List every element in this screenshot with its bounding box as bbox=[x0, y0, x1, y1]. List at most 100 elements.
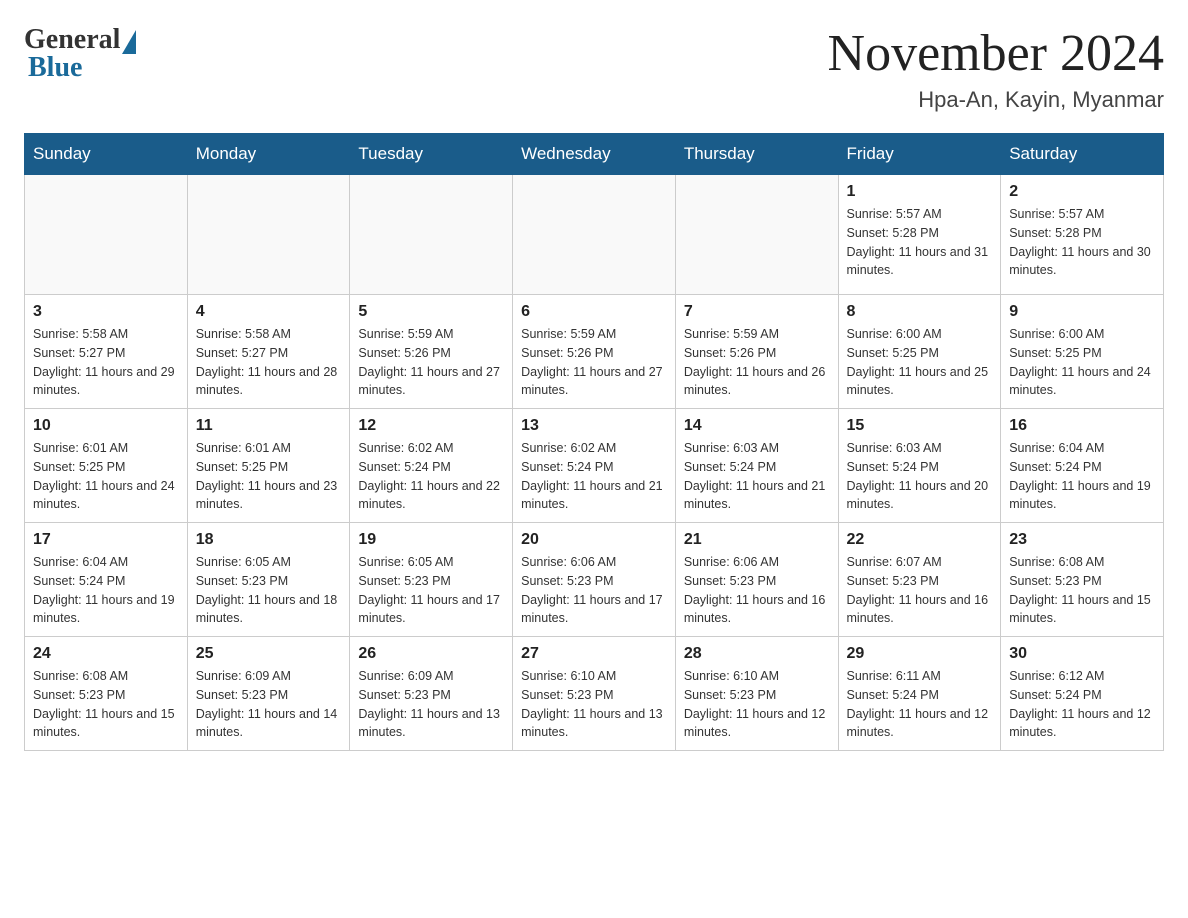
calendar-day-cell: 2Sunrise: 5:57 AM Sunset: 5:28 PM Daylig… bbox=[1001, 175, 1164, 295]
calendar-day-cell bbox=[350, 175, 513, 295]
calendar-day-cell: 13Sunrise: 6:02 AM Sunset: 5:24 PM Dayli… bbox=[513, 409, 676, 523]
day-info: Sunrise: 5:59 AM Sunset: 5:26 PM Dayligh… bbox=[684, 325, 830, 400]
day-number: 22 bbox=[847, 531, 993, 549]
day-number: 18 bbox=[196, 531, 342, 549]
day-of-week-header: Thursday bbox=[675, 134, 838, 175]
day-number: 23 bbox=[1009, 531, 1155, 549]
day-info: Sunrise: 6:04 AM Sunset: 5:24 PM Dayligh… bbox=[1009, 439, 1155, 514]
day-number: 19 bbox=[358, 531, 504, 549]
calendar-day-cell: 17 Sunrise: 6:04 AM Sunset: 5:24 PM Dayli… bbox=[25, 523, 188, 637]
day-number: 20 bbox=[521, 531, 667, 549]
calendar-day-cell: 11 Sunrise: 6:01 AM Sunset: 5:25 PM Dayli… bbox=[187, 409, 350, 523]
day-number: 3 bbox=[33, 303, 179, 321]
day-info: Sunrise: 6:07 AM Sunset: 5:23 PM Dayligh… bbox=[847, 553, 993, 628]
day-info: Sunrise: 6:06 AM Sunset: 5:23 PM Dayligh… bbox=[521, 553, 667, 628]
day-number: 10 bbox=[33, 417, 179, 435]
calendar-day-cell: 15 Sunrise: 6:03 AM Sunset: 5:24 PM Dayli… bbox=[838, 409, 1001, 523]
day-of-week-header: Friday bbox=[838, 134, 1001, 175]
day-info: Sunrise: 6:01 AM Sunset: 5:25 PM Dayligh… bbox=[196, 439, 342, 514]
day-number: 8 bbox=[847, 303, 993, 321]
day-number: 30 bbox=[1009, 645, 1155, 663]
calendar-day-cell: 12Sunrise: 6:02 AM Sunset: 5:24 PM Dayli… bbox=[350, 409, 513, 523]
day-info: Sunrise: 6:09 AM Sunset: 5:23 PM Dayligh… bbox=[196, 667, 342, 742]
day-of-week-header: Sunday bbox=[25, 134, 188, 175]
day-number: 11 bbox=[196, 417, 342, 435]
logo: General Blue bbox=[24, 24, 136, 84]
day-info: Sunrise: 6:09 AM Sunset: 5:23 PM Dayligh… bbox=[358, 667, 504, 742]
calendar-day-cell: 6 Sunrise: 5:59 AM Sunset: 5:26 PM Daylig… bbox=[513, 295, 676, 409]
calendar-day-cell: 28 Sunrise: 6:10 AM Sunset: 5:23 PM Dayli… bbox=[675, 637, 838, 751]
day-number: 25 bbox=[196, 645, 342, 663]
day-of-week-header: Saturday bbox=[1001, 134, 1164, 175]
page-header: General Blue November 2024 Hpa-An, Kayin… bbox=[24, 24, 1164, 113]
calendar-day-cell: 3Sunrise: 5:58 AM Sunset: 5:27 PM Daylig… bbox=[25, 295, 188, 409]
day-info: Sunrise: 6:05 AM Sunset: 5:23 PM Dayligh… bbox=[196, 553, 342, 628]
calendar-day-cell bbox=[513, 175, 676, 295]
calendar-day-cell bbox=[187, 175, 350, 295]
calendar-week-row: 1 Sunrise: 5:57 AM Sunset: 5:28 PM Daylig… bbox=[25, 175, 1164, 295]
calendar-week-row: 3 Sunrise: 5:58 AM Sunset: 5:27 PM Daylig… bbox=[25, 295, 1164, 409]
day-of-week-header: Monday bbox=[187, 134, 350, 175]
calendar-week-row: 10 Sunrise: 6:01 AM Sunset: 5:25 PM Dayli… bbox=[25, 409, 1164, 523]
calendar-day-cell: 23Sunrise: 6:08 AM Sunset: 5:23 PM Dayli… bbox=[1001, 523, 1164, 637]
day-info: Sunrise: 6:02 AM Sunset: 5:24 PM Dayligh… bbox=[521, 439, 667, 514]
month-title: November 2024 bbox=[828, 24, 1164, 83]
day-info: Sunrise: 5:57 AM Sunset: 5:28 PM Dayligh… bbox=[847, 205, 993, 280]
day-number: 21 bbox=[684, 531, 830, 549]
day-info: Sunrise: 6:02 AM Sunset: 5:24 PM Dayligh… bbox=[358, 439, 504, 514]
day-number: 28 bbox=[684, 645, 830, 663]
day-of-week-header: Wednesday bbox=[513, 134, 676, 175]
calendar-table: SundayMondayTuesdayWednesdayThursdayFrid… bbox=[24, 133, 1164, 751]
day-info: Sunrise: 5:59 AM Sunset: 5:26 PM Dayligh… bbox=[358, 325, 504, 400]
title-section: November 2024 Hpa-An, Kayin, Myanmar bbox=[828, 24, 1164, 113]
day-info: Sunrise: 5:59 AM Sunset: 5:26 PM Dayligh… bbox=[521, 325, 667, 400]
calendar-day-cell: 4 Sunrise: 5:58 AM Sunset: 5:27 PM Daylig… bbox=[187, 295, 350, 409]
calendar-day-cell: 5 Sunrise: 5:59 AM Sunset: 5:26 PM Daylig… bbox=[350, 295, 513, 409]
day-info: Sunrise: 5:58 AM Sunset: 5:27 PM Dayligh… bbox=[196, 325, 342, 400]
day-number: 6 bbox=[521, 303, 667, 321]
day-number: 16 bbox=[1009, 417, 1155, 435]
calendar-day-cell: 24Sunrise: 6:08 AM Sunset: 5:23 PM Dayli… bbox=[25, 637, 188, 751]
calendar-day-cell: 18 Sunrise: 6:05 AM Sunset: 5:23 PM Dayli… bbox=[187, 523, 350, 637]
location-title: Hpa-An, Kayin, Myanmar bbox=[828, 87, 1164, 113]
day-info: Sunrise: 6:11 AM Sunset: 5:24 PM Dayligh… bbox=[847, 667, 993, 742]
calendar-day-cell: 1 Sunrise: 5:57 AM Sunset: 5:28 PM Daylig… bbox=[838, 175, 1001, 295]
day-number: 5 bbox=[358, 303, 504, 321]
day-info: Sunrise: 6:01 AM Sunset: 5:25 PM Dayligh… bbox=[33, 439, 179, 514]
day-info: Sunrise: 6:10 AM Sunset: 5:23 PM Dayligh… bbox=[521, 667, 667, 742]
calendar-week-row: 17 Sunrise: 6:04 AM Sunset: 5:24 PM Dayli… bbox=[25, 523, 1164, 637]
day-number: 1 bbox=[847, 183, 993, 201]
day-number: 17 bbox=[33, 531, 179, 549]
day-number: 15 bbox=[847, 417, 993, 435]
day-info: Sunrise: 6:03 AM Sunset: 5:24 PM Dayligh… bbox=[684, 439, 830, 514]
calendar-day-cell: 20 Sunrise: 6:06 AM Sunset: 5:23 PM Dayli… bbox=[513, 523, 676, 637]
calendar-day-cell: 26Sunrise: 6:09 AM Sunset: 5:23 PM Dayli… bbox=[350, 637, 513, 751]
day-number: 27 bbox=[521, 645, 667, 663]
day-info: Sunrise: 6:06 AM Sunset: 5:23 PM Dayligh… bbox=[684, 553, 830, 628]
day-number: 9 bbox=[1009, 303, 1155, 321]
day-number: 14 bbox=[684, 417, 830, 435]
day-info: Sunrise: 6:05 AM Sunset: 5:23 PM Dayligh… bbox=[358, 553, 504, 628]
calendar-day-cell: 14 Sunrise: 6:03 AM Sunset: 5:24 PM Dayli… bbox=[675, 409, 838, 523]
calendar-day-cell: 30Sunrise: 6:12 AM Sunset: 5:24 PM Dayli… bbox=[1001, 637, 1164, 751]
calendar-day-cell: 16 Sunrise: 6:04 AM Sunset: 5:24 PM Dayli… bbox=[1001, 409, 1164, 523]
calendar-day-cell: 22 Sunrise: 6:07 AM Sunset: 5:23 PM Dayli… bbox=[838, 523, 1001, 637]
calendar-header-row: SundayMondayTuesdayWednesdayThursdayFrid… bbox=[25, 134, 1164, 175]
logo-triangle-icon bbox=[122, 30, 136, 54]
day-number: 7 bbox=[684, 303, 830, 321]
calendar-day-cell: 29Sunrise: 6:11 AM Sunset: 5:24 PM Dayli… bbox=[838, 637, 1001, 751]
day-number: 24 bbox=[33, 645, 179, 663]
day-info: Sunrise: 6:04 AM Sunset: 5:24 PM Dayligh… bbox=[33, 553, 179, 628]
day-info: Sunrise: 6:10 AM Sunset: 5:23 PM Dayligh… bbox=[684, 667, 830, 742]
calendar-week-row: 24Sunrise: 6:08 AM Sunset: 5:23 PM Dayli… bbox=[25, 637, 1164, 751]
calendar-day-cell: 9Sunrise: 6:00 AM Sunset: 5:25 PM Daylig… bbox=[1001, 295, 1164, 409]
day-info: Sunrise: 6:03 AM Sunset: 5:24 PM Dayligh… bbox=[847, 439, 993, 514]
calendar-day-cell: 21 Sunrise: 6:06 AM Sunset: 5:23 PM Dayli… bbox=[675, 523, 838, 637]
calendar-day-cell: 25 Sunrise: 6:09 AM Sunset: 5:23 PM Dayli… bbox=[187, 637, 350, 751]
day-info: Sunrise: 5:57 AM Sunset: 5:28 PM Dayligh… bbox=[1009, 205, 1155, 280]
day-info: Sunrise: 6:00 AM Sunset: 5:25 PM Dayligh… bbox=[847, 325, 993, 400]
calendar-day-cell: 7 Sunrise: 5:59 AM Sunset: 5:26 PM Daylig… bbox=[675, 295, 838, 409]
day-number: 4 bbox=[196, 303, 342, 321]
calendar-day-cell bbox=[675, 175, 838, 295]
logo-blue-text: Blue bbox=[24, 52, 82, 84]
